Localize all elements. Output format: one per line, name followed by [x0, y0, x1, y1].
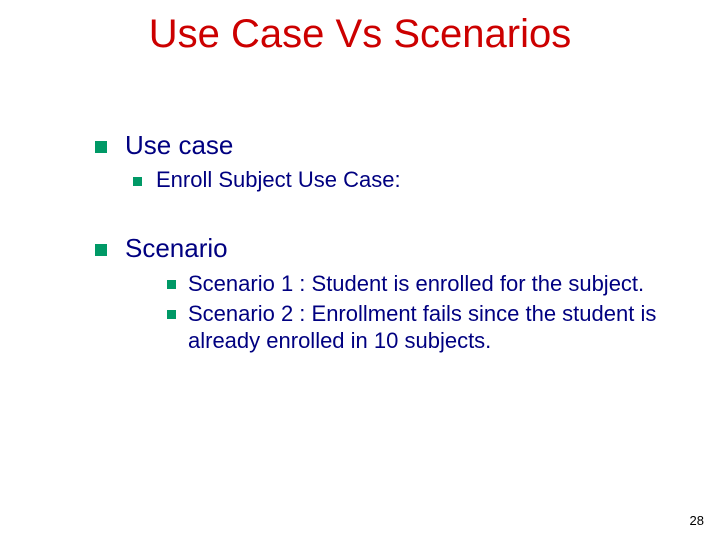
list-subitem-label: Scenario 2 : Enrollment fails since the …: [188, 300, 665, 355]
page-number: 28: [690, 513, 704, 528]
square-bullet-icon: [95, 141, 107, 153]
list-item-label: Scenario: [125, 233, 665, 264]
slide-title: Use Case Vs Scenarios: [0, 12, 720, 57]
list-item-usecase: Use case: [95, 130, 665, 161]
list-item-scenario: Scenario: [95, 233, 665, 264]
list-subitem-label: Enroll Subject Use Case:: [156, 167, 665, 193]
square-bullet-icon: [167, 280, 176, 289]
spacer: [95, 199, 665, 233]
square-bullet-icon: [133, 177, 142, 186]
slide: Use Case Vs Scenarios Use case Enroll Su…: [0, 0, 720, 540]
slide-content: Use case Enroll Subject Use Case: Scenar…: [95, 130, 665, 357]
square-bullet-icon: [167, 310, 176, 319]
list-subitem: Scenario 2 : Enrollment fails since the …: [167, 300, 665, 355]
list-subitem-label: Scenario 1 : Student is enrolled for the…: [188, 270, 665, 298]
list-subitem: Enroll Subject Use Case:: [133, 167, 665, 193]
list-item-label: Use case: [125, 130, 665, 161]
list-subitem: Scenario 1 : Student is enrolled for the…: [167, 270, 665, 298]
square-bullet-icon: [95, 244, 107, 256]
